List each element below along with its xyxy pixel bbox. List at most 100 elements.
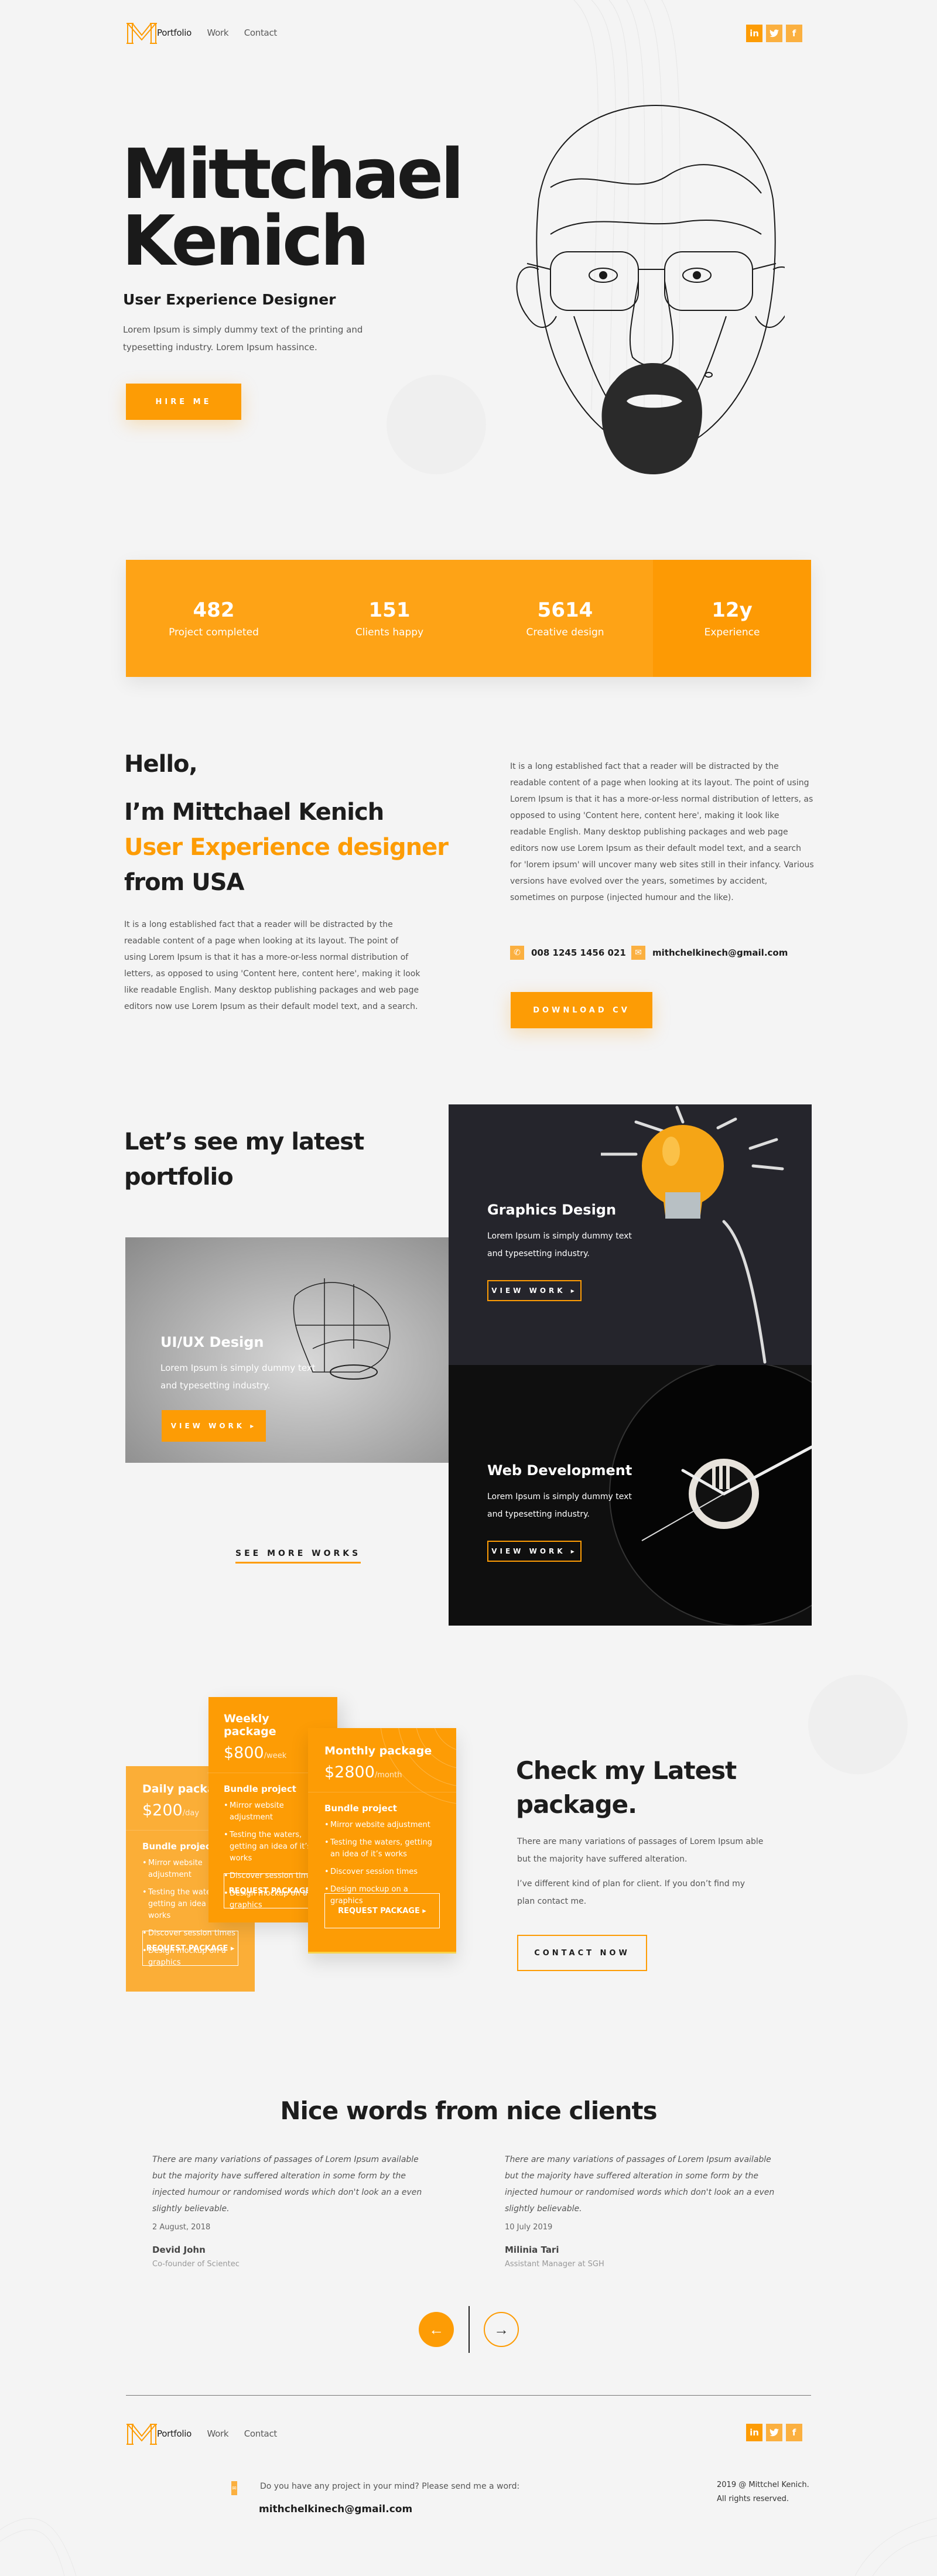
- stat-label: Creative design: [526, 627, 604, 638]
- card-desc-line2: and typesetting industry.: [487, 1510, 590, 1519]
- feature-item: Mirror website adjustment: [324, 1819, 440, 1831]
- stat-label: Experience: [704, 627, 760, 638]
- hero-name-line2: Kenich: [122, 200, 370, 281]
- packages-description: There are many variations of passages of…: [517, 1837, 764, 1864]
- next-arrow-button[interactable]: →: [484, 2312, 519, 2347]
- twitter-icon[interactable]: [766, 2424, 782, 2441]
- package-card-monthly: Monthly package $2800/month Bundle proje…: [308, 1728, 456, 1954]
- price-value: $200: [142, 1801, 183, 1819]
- package-name: Weekly package: [224, 1712, 276, 1738]
- card-desc-line1: Lorem Ipsum is simply dummy text: [160, 1363, 316, 1373]
- footer-divider: [126, 2395, 811, 2396]
- packages-heading-line1: Check my Latest: [516, 1756, 737, 1785]
- request-package-button[interactable]: REQUEST PACKAGE ▸: [324, 1893, 440, 1928]
- lightbulb-image: [601, 1106, 784, 1364]
- card-description: Lorem Ipsum is simply dummy text and typ…: [160, 1359, 316, 1394]
- hero-name: Mittchael Kenich: [122, 134, 464, 281]
- card-desc-line2: and typesetting industry.: [487, 1249, 590, 1258]
- hero-name-line1: Mittchael: [122, 134, 464, 214]
- testimonials-heading: Nice words from nice clients: [280, 2096, 657, 2125]
- arrow-left-icon: ←: [429, 2320, 444, 2338]
- portfolio-card-webdev[interactable]: Web Development Lorem Ipsum is simply du…: [449, 1365, 812, 1626]
- phone-number[interactable]: 008 1245 1456 021: [531, 947, 626, 958]
- mail-icon: ✉: [631, 946, 645, 960]
- view-work-button[interactable]: VIEW WORK ▸: [487, 1541, 582, 1562]
- testimonial-author: Devid John: [152, 2245, 206, 2255]
- stat-value: 12y: [712, 598, 753, 622]
- testimonial-role: Assistant Manager at SGH: [505, 2260, 604, 2269]
- main-nav: Portfolio Work Contact: [157, 28, 290, 39]
- phone-icon: ✆: [510, 946, 524, 960]
- testimonial-date: 10 July 2019: [505, 2223, 553, 2232]
- about-hello: Hello,: [124, 751, 198, 778]
- hero-role: User Experience Designer: [123, 291, 336, 308]
- footer-logo-icon[interactable]: [125, 2423, 158, 2445]
- testimonial-quote: There are many variations of passages of…: [505, 2155, 775, 2214]
- card-desc-line2: and typesetting industry.: [160, 1380, 271, 1391]
- nav-contact[interactable]: Contact: [244, 28, 278, 38]
- about-right-paragraph: It is a long established fact that a rea…: [510, 762, 814, 902]
- footer-social-links: in f: [746, 2424, 802, 2441]
- request-package-button[interactable]: REQUEST PACKAGE ▸: [142, 1931, 238, 1966]
- see-more-works-link[interactable]: SEE MORE WORKS: [235, 1549, 361, 1564]
- facebook-icon[interactable]: f: [786, 2424, 802, 2441]
- hero-desc-line2: typesetting industry. Lorem Ipsum hassin…: [123, 342, 317, 353]
- facebook-icon[interactable]: f: [786, 25, 802, 42]
- card-desc-line1: Lorem Ipsum is simply dummy text: [487, 1492, 632, 1501]
- about-name: I’m Mittchael Kenich: [124, 799, 384, 826]
- email-address[interactable]: mithchelkinech@gmail.com: [652, 947, 788, 958]
- copyright-line1: 2019 @ Mittchel Kenich.: [717, 2481, 809, 2489]
- footer-prompt: Do you have any project in your mind? Pl…: [260, 2482, 520, 2491]
- nav-work[interactable]: Work: [207, 28, 228, 38]
- download-cv-button[interactable]: DOWNLOAD CV: [511, 992, 652, 1028]
- arrow-right-icon: →: [494, 2320, 509, 2338]
- testimonial-card: There are many variations of passages of…: [152, 2151, 433, 2269]
- price-value: $800: [224, 1744, 264, 1762]
- hire-me-button[interactable]: HIRE ME: [126, 384, 241, 420]
- testimonial-quote: There are many variations of passages of…: [152, 2155, 422, 2214]
- linkedin-icon[interactable]: in: [746, 25, 762, 42]
- slider-divider: [468, 2306, 470, 2353]
- twitter-icon[interactable]: [766, 25, 782, 42]
- footer-nav-portfolio[interactable]: Portfolio: [157, 2428, 191, 2439]
- about-location: from USA: [124, 869, 244, 896]
- prev-arrow-button[interactable]: ←: [419, 2312, 454, 2347]
- stat-value: 5614: [537, 598, 593, 622]
- card-description: Lorem Ipsum is simply dummy text and typ…: [487, 1488, 632, 1523]
- portfolio-heading-line2: portfolio: [124, 1164, 234, 1190]
- stat-experience: 12y Experience: [653, 560, 811, 677]
- feature-item: Discover session times: [324, 1866, 440, 1878]
- testimonial-card: There are many variations of passages of…: [505, 2151, 786, 2269]
- bundle-title: Bundle project: [224, 1784, 296, 1794]
- stat-clients: 151 Clients happy: [302, 560, 477, 677]
- footer-nav-work[interactable]: Work: [207, 2428, 228, 2439]
- view-work-button[interactable]: VIEW WORK ▸: [487, 1280, 582, 1301]
- mail-icon: ✉: [231, 2481, 237, 2495]
- stat-label: Project completed: [169, 627, 259, 638]
- footer-nav-contact[interactable]: Contact: [244, 2428, 278, 2439]
- footer-nav: Portfolio Work Contact: [157, 2428, 290, 2440]
- phone-contact: ✆ 008 1245 1456 021: [510, 946, 626, 960]
- view-work-button[interactable]: VIEW WORK ▸: [162, 1410, 266, 1442]
- stat-label: Clients happy: [355, 627, 424, 638]
- contact-now-button[interactable]: CONTACT NOW: [517, 1935, 647, 1971]
- hero-description: Lorem Ipsum is simply dummy text of the …: [123, 321, 363, 356]
- price-period: /day: [182, 1809, 200, 1818]
- portfolio-card-graphics[interactable]: Graphics Design Lorem Ipsum is simply du…: [449, 1104, 812, 1365]
- portfolio-heading-line1: Let’s see my latest: [124, 1128, 364, 1155]
- card-title: Graphics Design: [487, 1202, 617, 1218]
- linkedin-icon[interactable]: in: [746, 2424, 762, 2441]
- nav-portfolio[interactable]: Portfolio: [157, 28, 191, 38]
- portrait-illustration: [516, 104, 785, 474]
- decorative-circle: [808, 1675, 908, 1774]
- logo-icon[interactable]: [125, 22, 158, 45]
- packages-note: I’ve different kind of plan for client. …: [517, 1879, 746, 1906]
- feature-item: Testing the waters, getting an idea of i…: [324, 1837, 440, 1860]
- portfolio-card-uiux[interactable]: UI/UX Design Lorem Ipsum is simply dummy…: [125, 1237, 451, 1463]
- stat-value: 482: [193, 598, 235, 622]
- card-description: Lorem Ipsum is simply dummy text and typ…: [487, 1227, 632, 1263]
- portfolio-heading: Let’s see my latest portfolio: [124, 1124, 364, 1195]
- price-period: /week: [264, 1751, 287, 1760]
- request-package-button[interactable]: REQUEST PACKAGE ▸: [224, 1873, 322, 1908]
- about-heading: Hello, I’m Mittchael Kenich User Experie…: [124, 747, 449, 900]
